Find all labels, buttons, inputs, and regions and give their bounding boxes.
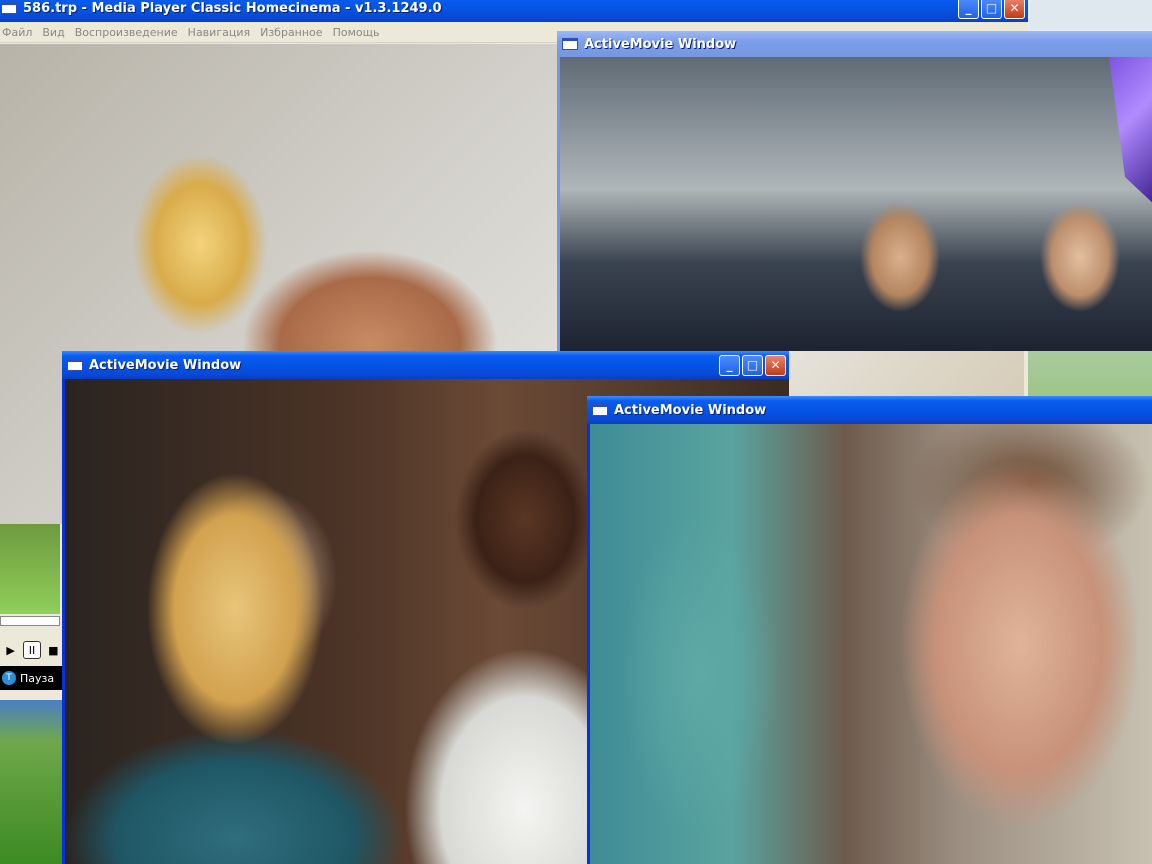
- menu-navigation[interactable]: Навигация: [188, 26, 250, 39]
- play-button[interactable]: ▶: [2, 641, 19, 659]
- activemovie-window-3: ActiveMovie Window: [587, 396, 1152, 864]
- menu-file[interactable]: Файл: [2, 26, 32, 39]
- menu-playback[interactable]: Воспроизведение: [75, 26, 178, 39]
- minimize-button[interactable]: _: [958, 0, 979, 19]
- mpc-statusbar: T Пауза: [0, 666, 62, 690]
- menu-favorites[interactable]: Избранное: [260, 26, 322, 39]
- window-icon[interactable]: [592, 404, 608, 416]
- menu-view[interactable]: Вид: [42, 26, 64, 39]
- seek-bar[interactable]: [0, 616, 60, 626]
- activemovie-window-1: ActiveMovie Window: [557, 31, 1152, 351]
- activemovie-titlebar-3[interactable]: ActiveMovie Window: [587, 396, 1152, 424]
- window-icon[interactable]: [67, 359, 83, 371]
- stop-button[interactable]: ■: [45, 641, 62, 659]
- playback-controls: ▶ II ■: [0, 638, 62, 662]
- activemovie-titlebar-2[interactable]: ActiveMovie Window _ □ ✕: [62, 351, 789, 379]
- activemovie-video-1[interactable]: [560, 57, 1152, 351]
- activemovie-titlebar-1[interactable]: ActiveMovie Window: [557, 31, 1152, 57]
- close-button[interactable]: ✕: [765, 354, 786, 376]
- pause-button[interactable]: II: [23, 641, 41, 659]
- mpc-video-edge: [0, 524, 60, 614]
- close-button[interactable]: ✕: [1004, 0, 1025, 19]
- status-text: Пауза: [20, 671, 55, 685]
- activemovie-title-1: ActiveMovie Window: [584, 36, 737, 52]
- desktop-area: [1030, 0, 1152, 30]
- channel-logo: [1109, 57, 1152, 207]
- maximize-button[interactable]: □: [742, 354, 763, 376]
- activemovie-video-3[interactable]: [590, 424, 1152, 864]
- desktop-wallpaper-grass: [0, 700, 64, 864]
- mpc-titlebar[interactable]: 586.trp - Media Player Classic Homecinem…: [0, 0, 1028, 22]
- activemovie-title-3: ActiveMovie Window: [614, 402, 767, 418]
- mpc-title: 586.trp - Media Player Classic Homecinem…: [23, 0, 442, 16]
- window-icon[interactable]: [562, 38, 578, 50]
- minimize-button[interactable]: _: [719, 354, 740, 376]
- maximize-button[interactable]: □: [981, 0, 1002, 19]
- status-icon: T: [2, 671, 16, 685]
- mpc-app-icon[interactable]: [1, 2, 17, 14]
- menu-help[interactable]: Помощь: [333, 26, 380, 39]
- activemovie-title-2: ActiveMovie Window: [89, 357, 242, 373]
